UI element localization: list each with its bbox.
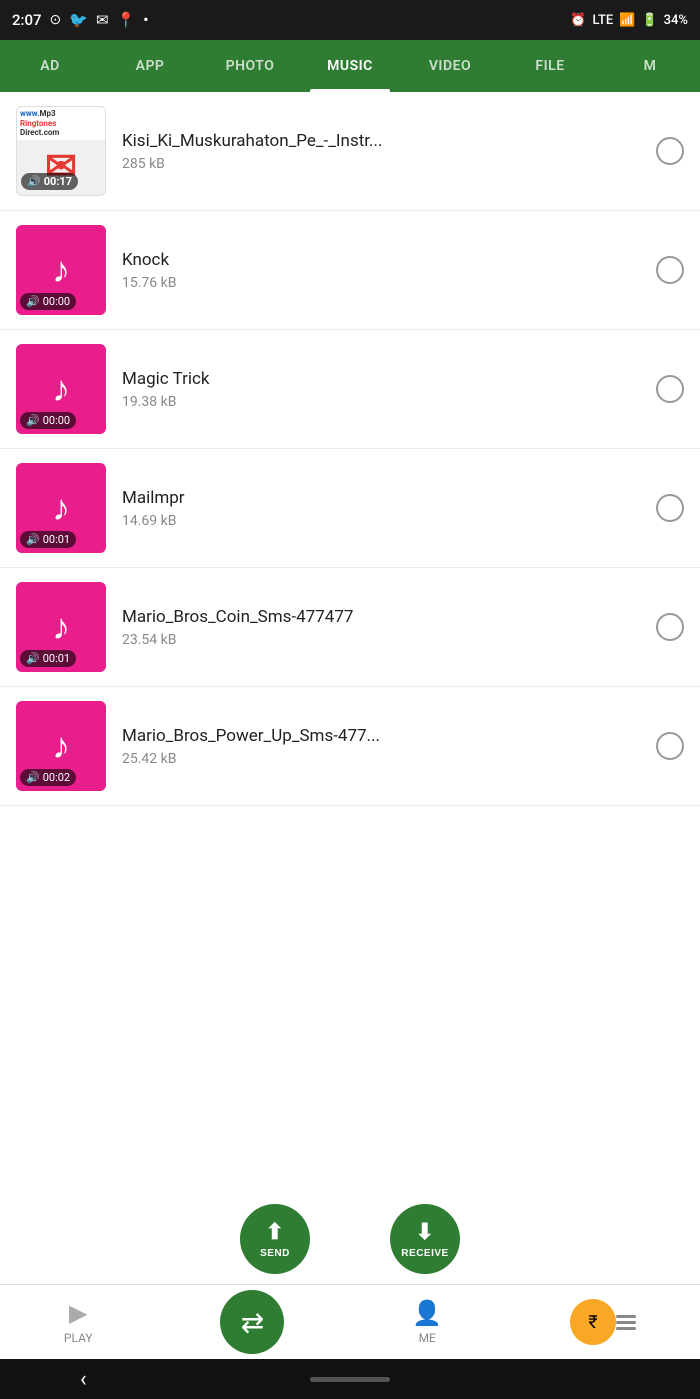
music-note-icon: ♪ xyxy=(52,371,70,407)
play-icon: ▶ xyxy=(69,1299,87,1327)
file-size: 285 kB xyxy=(122,156,640,172)
network-label: LTE xyxy=(593,13,614,28)
file-thumbnail: ♪ 🔊00:01 xyxy=(16,582,106,672)
send-label: SEND xyxy=(260,1248,290,1259)
file-size: 19.38 kB xyxy=(122,394,640,410)
list-item[interactable]: www.Mp3 Ringtones Direct.com ✉ 🔊00:17 Ki… xyxy=(0,92,700,211)
file-size: 15.76 kB xyxy=(122,275,640,291)
receive-label: RECEIVE xyxy=(401,1248,448,1259)
duration-badge: 🔊00:00 xyxy=(20,412,76,429)
list-item[interactable]: ♪ 🔊00:01 Mailmpr 14.69 kB xyxy=(0,449,700,568)
tab-more[interactable]: M xyxy=(600,40,700,92)
file-name: Mailmpr xyxy=(122,488,640,508)
coin-icon: ₹ xyxy=(588,1312,597,1333)
list-item[interactable]: ♪ 🔊00:00 Knock 15.76 kB xyxy=(0,211,700,330)
music-note-icon: ♪ xyxy=(52,609,70,645)
tab-video[interactable]: VIDEO xyxy=(400,40,500,92)
list-item[interactable]: ♪ 🔊00:01 Mario_Bros_Coin_Sms-477477 23.5… xyxy=(0,568,700,687)
duration-badge: 🔊00:17 xyxy=(21,173,78,190)
signal-icon: 📶 xyxy=(619,13,635,28)
file-info: Magic Trick 19.38 kB xyxy=(122,369,640,410)
chrome-icon: ⊙ xyxy=(50,12,62,28)
alarm-icon: ⏰ xyxy=(570,13,586,28)
me-label: ME xyxy=(419,1331,436,1345)
file-info: Mario_Bros_Coin_Sms-477477 23.54 kB xyxy=(122,607,640,648)
file-size: 14.69 kB xyxy=(122,513,640,529)
music-note-icon: ♪ xyxy=(52,252,70,288)
send-button[interactable]: ⬆ SEND xyxy=(240,1204,310,1274)
list-item[interactable]: ♪ 🔊00:00 Magic Trick 19.38 kB xyxy=(0,330,700,449)
file-select-radio[interactable] xyxy=(656,256,684,284)
gesture-bar: ‹ xyxy=(0,1359,700,1399)
file-name: Knock xyxy=(122,250,640,270)
file-info: Mario_Bros_Power_Up_Sms-477... 25.42 kB xyxy=(122,726,640,767)
file-name: Mario_Bros_Power_Up_Sms-477... xyxy=(122,726,640,746)
file-thumbnail: www.Mp3 Ringtones Direct.com ✉ 🔊00:17 xyxy=(16,106,106,196)
nav-tabs: AD APP PHOTO MUSIC VIDEO FILE M xyxy=(0,40,700,92)
status-bar: 2:07 ⊙ 🐦 ✉ 📍 • ⏰ LTE 📶 🔋 34% xyxy=(0,0,700,40)
file-select-radio[interactable] xyxy=(656,375,684,403)
file-name: Mario_Bros_Coin_Sms-477477 xyxy=(122,607,640,627)
file-list: www.Mp3 Ringtones Direct.com ✉ 🔊00:17 Ki… xyxy=(0,92,700,1284)
person-icon: 👤 xyxy=(412,1299,442,1327)
duration-badge: 🔊00:01 xyxy=(20,650,76,667)
file-size: 23.54 kB xyxy=(122,632,640,648)
file-select-radio[interactable] xyxy=(656,494,684,522)
duration-badge: 🔊00:00 xyxy=(20,293,76,310)
status-right: ⏰ LTE 📶 🔋 34% xyxy=(570,13,688,28)
time: 2:07 xyxy=(12,11,42,29)
tab-ad[interactable]: AD xyxy=(0,40,100,92)
nav-transfer-button[interactable]: ⇄ xyxy=(220,1290,284,1354)
coin-button[interactable]: ₹ xyxy=(570,1299,616,1345)
list-item[interactable]: ♪ 🔊00:02 Mario_Bros_Power_Up_Sms-477... … xyxy=(0,687,700,806)
file-thumbnail: ♪ 🔊00:01 xyxy=(16,463,106,553)
send-icon: ⬆ xyxy=(266,1219,285,1245)
transfer-icon: ⇄ xyxy=(241,1306,264,1339)
music-note-icon: ♪ xyxy=(52,490,70,526)
file-thumbnail: ♪ 🔊00:00 xyxy=(16,344,106,434)
dot-icon: • xyxy=(143,11,148,29)
file-info: Kisi_Ki_Muskurahaton_Pe_-_Instr... 285 k… xyxy=(122,131,640,172)
back-button[interactable]: ‹ xyxy=(80,1367,87,1392)
receive-button[interactable]: ⬇ RECEIVE xyxy=(390,1204,460,1274)
nav-play[interactable]: ▶ PLAY xyxy=(64,1299,93,1345)
file-thumbnail: ♪ 🔊00:02 xyxy=(16,701,106,791)
bottom-nav: ▶ PLAY ⇄ 👤 ME ₹ xyxy=(0,1284,700,1359)
gesture-pill xyxy=(310,1377,390,1382)
maps-icon: 📍 xyxy=(117,11,136,29)
tab-photo[interactable]: PHOTO xyxy=(200,40,300,92)
file-select-radio[interactable] xyxy=(656,732,684,760)
duration-badge: 🔊00:02 xyxy=(20,769,76,786)
twitter-icon: 🐦 xyxy=(69,11,88,29)
mail-icon: ✉ xyxy=(96,11,109,29)
file-size: 25.42 kB xyxy=(122,751,640,767)
status-left: 2:07 ⊙ 🐦 ✉ 📍 • xyxy=(12,11,148,29)
file-select-radio[interactable] xyxy=(656,613,684,641)
tab-file[interactable]: FILE xyxy=(500,40,600,92)
file-info: Mailmpr 14.69 kB xyxy=(122,488,640,529)
file-name: Magic Trick xyxy=(122,369,640,389)
menu-bars-icon[interactable] xyxy=(616,1315,636,1330)
file-thumbnail: ♪ 🔊00:00 xyxy=(16,225,106,315)
file-name: Kisi_Ki_Muskurahaton_Pe_-_Instr... xyxy=(122,131,640,151)
coin-area[interactable]: ₹ xyxy=(570,1299,636,1345)
tab-app[interactable]: APP xyxy=(100,40,200,92)
battery-icon: 🔋 xyxy=(641,13,657,28)
file-info: Knock 15.76 kB xyxy=(122,250,640,291)
play-label: PLAY xyxy=(64,1331,93,1345)
music-note-icon: ♪ xyxy=(52,728,70,764)
receive-icon: ⬇ xyxy=(416,1219,435,1245)
nav-me[interactable]: 👤 ME xyxy=(412,1299,442,1345)
tab-music[interactable]: MUSIC xyxy=(300,40,400,92)
fab-container: ⬆ SEND ⬇ RECEIVE xyxy=(0,1204,700,1274)
duration-badge: 🔊00:01 xyxy=(20,531,76,548)
battery-label: 34% xyxy=(664,13,688,28)
file-select-radio[interactable] xyxy=(656,137,684,165)
